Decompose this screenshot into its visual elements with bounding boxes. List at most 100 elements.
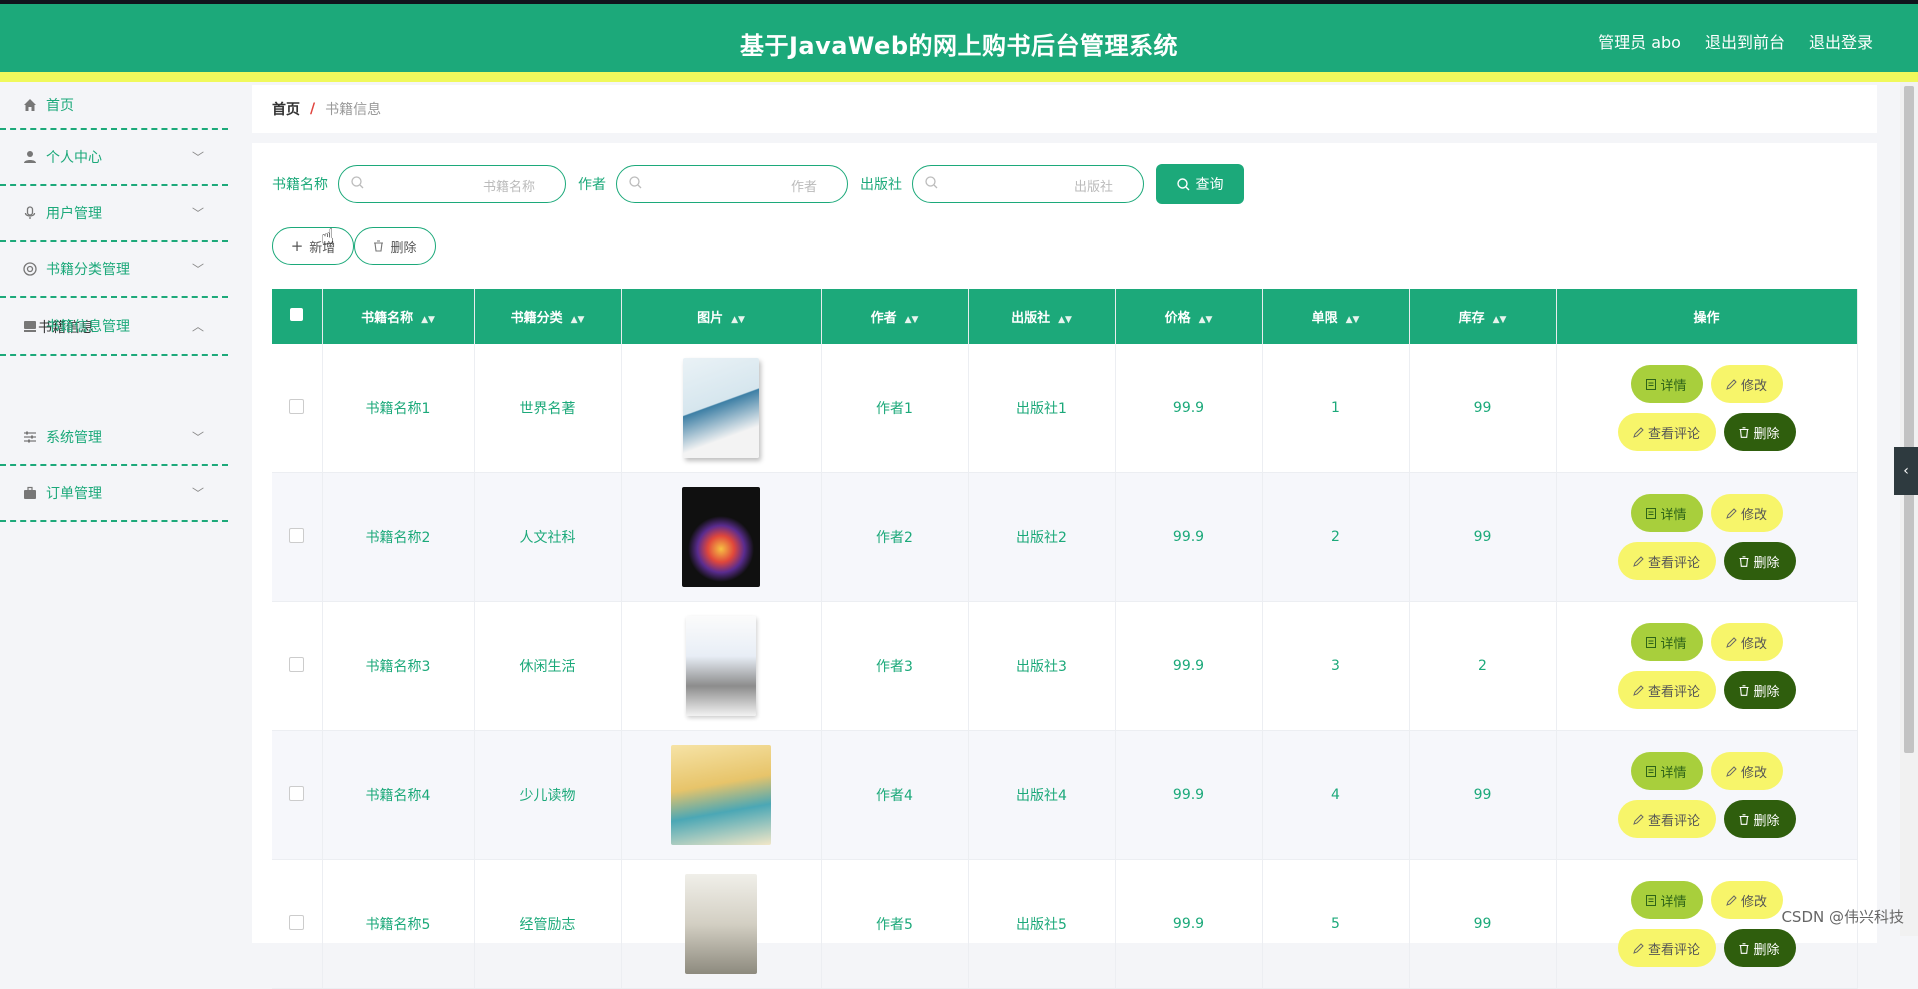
sort-icon[interactable]: ▲▼: [731, 315, 745, 325]
detail-button[interactable]: 详情: [1630, 752, 1703, 790]
sidebar-item-orders[interactable]: 订单管理 ﹀: [0, 466, 228, 522]
book-name: 书籍名称3: [365, 659, 431, 675]
book-name: 书籍名称1: [365, 401, 431, 417]
book-cover-image[interactable]: [671, 745, 771, 845]
sidebar-item-label: 个人中心: [46, 150, 102, 166]
view-reviews-button[interactable]: 查看评论: [1617, 542, 1716, 580]
column-header[interactable]: 出版社 ▲▼: [968, 289, 1116, 344]
table-row: 书籍名称1 世界名著 作者1 出版社1 99.9 1 99 详情 修改 查看评论: [272, 344, 1858, 473]
book-cover-image[interactable]: [686, 616, 756, 716]
book-category: 休闲生活: [519, 659, 576, 675]
column-header[interactable]: 书籍名称 ▲▼: [322, 289, 475, 344]
mic-icon: [22, 205, 38, 221]
publisher-cell: 出版社5: [968, 859, 1116, 989]
column-header[interactable]: 书籍分类 ▲▼: [474, 289, 622, 344]
row-checkbox[interactable]: [289, 527, 305, 543]
book-limit: 1: [1331, 400, 1340, 416]
row-checkbox[interactable]: [289, 785, 305, 801]
stock-cell: 99: [1409, 859, 1557, 989]
author-input[interactable]: 作者: [616, 165, 848, 203]
publisher-cell: 出版社4: [968, 730, 1116, 860]
column-header[interactable]: 作者 ▲▼: [821, 289, 969, 344]
sidebar-item-profile[interactable]: 个人中心 ﹀: [0, 130, 228, 186]
top-header: 基于JavaWeb的网上购书后台管理系统 管理员 abo 退出到前台 退出登录: [0, 0, 1918, 72]
category-cell: 休闲生活: [474, 601, 622, 731]
view-reviews-button[interactable]: 查看评论: [1617, 929, 1716, 967]
book-cover-image[interactable]: [685, 874, 757, 974]
sort-icon[interactable]: ▲▼: [1493, 315, 1507, 325]
sidebar-item-book-category[interactable]: 书籍分类管理 ﹀: [0, 242, 228, 298]
add-button[interactable]: + 新增 ☝: [272, 225, 354, 265]
delete-button[interactable]: 删除: [1723, 542, 1796, 580]
column-header[interactable]: 图片 ▲▼: [621, 289, 822, 344]
delete-button[interactable]: 删除: [1723, 929, 1796, 967]
pencil-icon: [1726, 507, 1737, 519]
edit-button[interactable]: 修改: [1710, 623, 1783, 661]
column-header[interactable]: 库存 ▲▼: [1409, 289, 1557, 344]
category-cell: 经管励志: [474, 859, 622, 989]
edit-button[interactable]: 修改: [1710, 752, 1783, 790]
sidebar-item-book-info[interactable]: 书籍信息管理 ︿: [0, 298, 228, 354]
cover-cell: [621, 472, 822, 602]
price-cell: 99.9: [1115, 472, 1263, 602]
book-publisher: 出版社4: [1016, 788, 1067, 804]
row-checkbox[interactable]: [289, 914, 305, 930]
edit-button[interactable]: 修改: [1710, 881, 1783, 919]
ops-cell: 详情 修改 查看评论 删除: [1556, 472, 1858, 602]
sort-icon[interactable]: ▲▼: [1199, 315, 1213, 325]
search-icon: [629, 176, 642, 193]
book-name-input[interactable]: 书籍名称: [338, 165, 566, 203]
sidebar-item-home[interactable]: 首页: [0, 82, 228, 130]
book-author: 作者5: [876, 917, 913, 933]
column-header[interactable]: 单限 ▲▼: [1262, 289, 1410, 344]
sort-icon[interactable]: ▲▼: [1058, 315, 1072, 325]
view-reviews-button[interactable]: 查看评论: [1617, 413, 1716, 451]
detail-button[interactable]: 详情: [1630, 881, 1703, 919]
scrollbar-thumb[interactable]: [1904, 86, 1914, 753]
publisher-input[interactable]: 出版社: [912, 165, 1144, 203]
sidebar-item-label: 书籍分类管理: [46, 262, 130, 278]
delete-button[interactable]: 删除: [1723, 800, 1796, 838]
column-header[interactable]: 价格 ▲▼: [1115, 289, 1263, 344]
delete-button[interactable]: 删除: [1723, 413, 1796, 451]
column-label: 操作: [1693, 311, 1720, 326]
row-select-cell: [272, 601, 323, 731]
category-cell: 人文社科: [474, 472, 622, 602]
row-checkbox[interactable]: [289, 398, 305, 414]
cover-cell: [621, 344, 822, 473]
detail-button[interactable]: 详情: [1630, 365, 1703, 403]
collapse-panel-tab[interactable]: ‹: [1894, 447, 1918, 495]
edit-button[interactable]: 修改: [1710, 494, 1783, 532]
ops-cell: 详情 修改 查看评论 删除: [1556, 601, 1858, 731]
row-checkbox[interactable]: [289, 656, 305, 672]
view-reviews-button[interactable]: 查看评论: [1617, 671, 1716, 709]
trash-icon: [374, 240, 384, 252]
trash-icon: [1739, 555, 1749, 567]
exit-front-link[interactable]: 退出到前台: [1705, 29, 1785, 53]
sort-icon[interactable]: ▲▼: [571, 315, 585, 325]
delete-button[interactable]: 删除: [1723, 671, 1796, 709]
breadcrumb-home[interactable]: 首页: [272, 99, 300, 119]
view-reviews-button[interactable]: 查看评论: [1617, 800, 1716, 838]
select-all-cell: [272, 289, 323, 344]
book-cover-image[interactable]: [682, 487, 760, 587]
detail-label: 详情: [1660, 765, 1687, 781]
sort-icon[interactable]: ▲▼: [905, 315, 919, 325]
book-cover-image[interactable]: [683, 358, 759, 458]
detail-button[interactable]: 详情: [1630, 623, 1703, 661]
sliders-icon: [22, 429, 38, 445]
sidebar-item-system[interactable]: 系统管理 ﹀: [0, 410, 228, 466]
chevron-down-icon: ﹀: [191, 486, 204, 501]
trash-icon: [1739, 942, 1749, 954]
sort-icon[interactable]: ▲▼: [421, 315, 435, 325]
admin-label[interactable]: 管理员 abo: [1598, 29, 1681, 53]
logout-link[interactable]: 退出登录: [1809, 29, 1873, 53]
query-button[interactable]: 查询: [1156, 164, 1244, 204]
edit-button[interactable]: 修改: [1710, 365, 1783, 403]
book-publisher: 出版社1: [1016, 401, 1067, 417]
sort-icon[interactable]: ▲▼: [1346, 315, 1360, 325]
detail-button[interactable]: 详情: [1630, 494, 1703, 532]
batch-delete-button[interactable]: 删除: [354, 227, 436, 265]
sidebar-item-users[interactable]: 用户管理 ﹀: [0, 186, 228, 242]
select-all-checkbox[interactable]: [290, 308, 304, 321]
